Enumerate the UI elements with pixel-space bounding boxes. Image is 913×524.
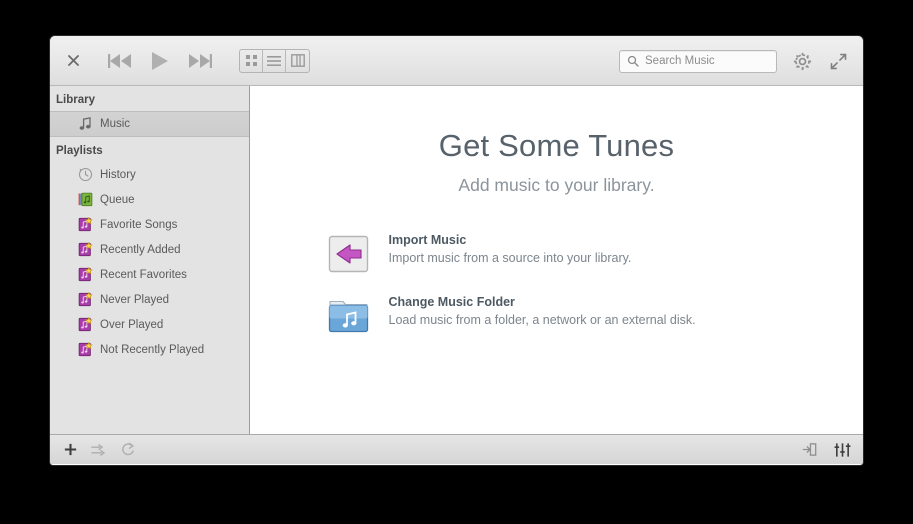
shuffle-button[interactable] <box>87 439 111 461</box>
import-arrow-icon <box>327 232 371 274</box>
action-title: Import Music <box>388 233 467 247</box>
gear-icon <box>793 52 811 70</box>
close-icon <box>67 55 79 66</box>
search-icon <box>627 55 639 67</box>
sidebar-item-not-recently-played[interactable]: Not Recently Played <box>50 337 249 362</box>
action-description: Load music from a folder, a network or a… <box>388 313 696 327</box>
previous-button[interactable] <box>103 46 137 76</box>
sidebar-item-recently-added[interactable]: Recently Added <box>50 237 249 262</box>
grid-view-button[interactable] <box>240 49 263 72</box>
column-view-button[interactable] <box>286 50 309 72</box>
sidebar-item-label: Recent Favorites <box>100 268 187 281</box>
next-icon <box>189 53 212 68</box>
sidebar-item-label: Recently Added <box>100 243 181 256</box>
grid-view-icon <box>245 55 257 66</box>
column-view-icon <box>290 54 305 67</box>
sidebar-item-label: Never Played <box>100 293 170 306</box>
empty-state-panel: Get Some Tunes Add music to your library… <box>250 86 863 434</box>
search-input[interactable] <box>645 55 755 67</box>
next-button[interactable] <box>183 46 217 76</box>
settings-button[interactable] <box>787 46 817 76</box>
smart-playlist-icon <box>77 292 93 308</box>
previous-icon <box>108 53 131 68</box>
action-list: Import Music Import music from a source … <box>327 232 787 356</box>
repeat-icon <box>122 442 135 456</box>
import-music-text: Import Music Import music from a source … <box>389 232 632 265</box>
transport-controls <box>103 46 217 76</box>
sidebar-item-label: Not Recently Played <box>100 343 205 356</box>
content-area: Library Music Playlists History Queue Fa… <box>50 86 863 434</box>
expand-arrows-icon <box>830 53 846 69</box>
panel-toggle-icon <box>802 443 816 456</box>
smart-playlist-icon <box>77 317 93 333</box>
status-bar-left <box>50 439 140 461</box>
play-icon <box>152 51 168 70</box>
import-music-action[interactable]: Import Music Import music from a source … <box>327 232 787 274</box>
sidebar-item-queue[interactable]: Queue <box>50 187 249 212</box>
add-playlist-button[interactable] <box>58 439 82 461</box>
history-clock-icon <box>77 167 93 183</box>
close-button[interactable] <box>61 49 85 73</box>
list-view-icon <box>267 55 281 66</box>
action-title: Change Music Folder <box>388 295 515 309</box>
sidebar-section-playlists: Playlists <box>56 145 103 157</box>
music-note-icon <box>77 116 93 132</box>
equalizer-button[interactable] <box>830 439 854 461</box>
sidebar-section-library: Library <box>56 94 95 106</box>
sidebar-item-over-played[interactable]: Over Played <box>50 312 249 337</box>
toolbar <box>50 36 863 86</box>
change-music-folder-action[interactable]: Change Music Folder Load music from a fo… <box>327 294 787 336</box>
music-folder-icon <box>327 294 371 336</box>
plus-icon <box>64 443 76 456</box>
toolbar-right-group <box>619 36 863 86</box>
shuffle-icon <box>91 443 106 456</box>
music-app-window: Library Music Playlists <box>50 36 863 465</box>
view-mode-group <box>239 48 310 73</box>
equalizer-icon <box>834 442 850 457</box>
change-music-folder-text: Change Music Folder Load music from a fo… <box>389 294 696 327</box>
sidebar-item-label: Over Played <box>100 318 164 331</box>
repeat-button[interactable] <box>116 439 140 461</box>
play-button[interactable] <box>143 46 177 76</box>
smart-playlist-icon <box>77 242 93 258</box>
smart-playlist-icon <box>77 267 93 283</box>
queue-icon <box>77 192 93 208</box>
sidebar: Library Music Playlists History Queue Fa… <box>50 86 250 434</box>
sidebar-item-music[interactable]: Music <box>50 111 249 137</box>
page-title: Get Some Tunes <box>438 128 675 163</box>
sidebar-item-label: Queue <box>100 193 135 206</box>
toggle-side-panel-button[interactable] <box>797 439 821 461</box>
page-subtitle: Add music to your library. <box>458 175 655 195</box>
status-bar <box>50 434 863 464</box>
action-description: Import music from a source into your lib… <box>388 251 632 265</box>
sidebar-item-favorite-songs[interactable]: Favorite Songs <box>50 212 249 237</box>
sidebar-item-recent-favorites[interactable]: Recent Favorites <box>50 262 249 287</box>
status-bar-right <box>797 439 863 461</box>
smart-playlist-icon <box>77 342 93 358</box>
search-box[interactable] <box>619 49 777 73</box>
sidebar-item-history[interactable]: History <box>50 162 249 187</box>
smart-playlist-icon <box>77 217 93 233</box>
sidebar-item-label: Favorite Songs <box>100 218 178 231</box>
sidebar-item-label: History <box>100 168 136 181</box>
sidebar-item-label: Music <box>100 118 131 130</box>
sidebar-item-never-played[interactable]: Never Played <box>50 287 249 312</box>
list-view-button[interactable] <box>263 49 286 72</box>
fullscreen-button[interactable] <box>823 46 853 76</box>
